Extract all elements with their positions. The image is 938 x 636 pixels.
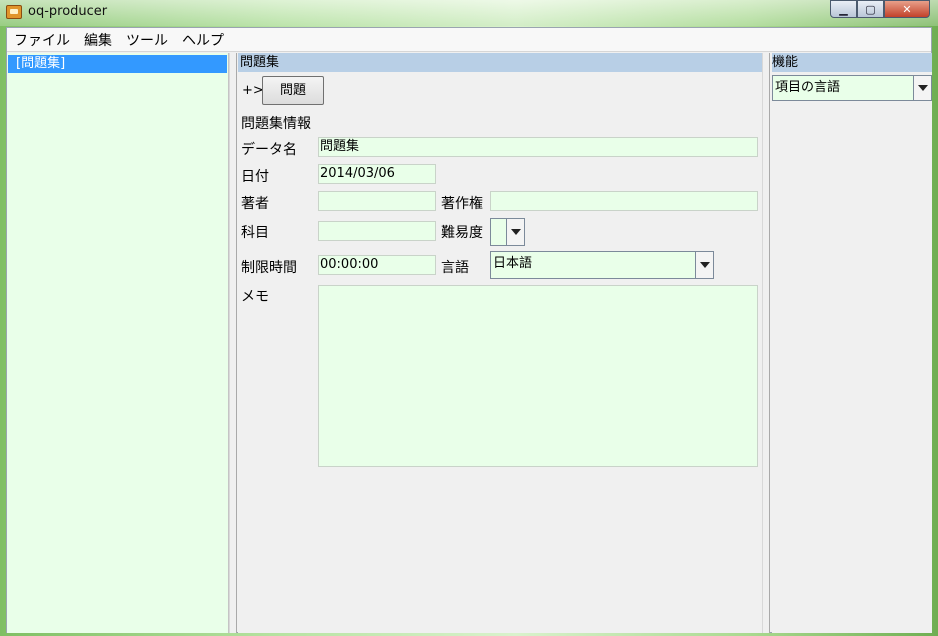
subject-field[interactable] (318, 221, 436, 241)
memo-textarea[interactable] (318, 285, 758, 467)
menu-edit[interactable]: 編集 (77, 30, 119, 50)
editor-header: 問題集 (238, 53, 762, 72)
title-bar[interactable]: oq-producer ▁ ▢ ✕ (0, 0, 938, 26)
author-field[interactable] (318, 191, 436, 211)
tree-panel[interactable]: [問題集] (7, 53, 229, 633)
copyright-label: 著作権 (441, 196, 483, 212)
minimize-button[interactable]: ▁ (830, 0, 857, 18)
add-prefix-label: +> (242, 83, 264, 98)
function-header: 機能 (772, 53, 932, 72)
menu-file[interactable]: ファイル (7, 30, 77, 50)
maximize-button[interactable]: ▢ (857, 0, 884, 18)
difficulty-select[interactable] (490, 218, 525, 246)
splitter-left[interactable] (229, 53, 237, 633)
splitter-right[interactable] (762, 53, 770, 633)
language-value: 日本語 (493, 256, 533, 271)
tree-item-question-set[interactable]: [問題集] (8, 55, 227, 73)
time-limit-field[interactable]: 00:00:00 (318, 255, 436, 275)
date-field[interactable]: 2014/03/06 (318, 164, 436, 184)
language-select[interactable]: 日本語 (490, 251, 714, 279)
chevron-down-icon[interactable] (913, 76, 931, 100)
menu-bar: ファイル 編集 ツール ヘルプ (7, 28, 931, 52)
section-title: 問題集情報 (241, 116, 311, 132)
editor-panel: 問題集 +> 問題 問題集情報 データ名 問題集 日付 2014/03/06 著… (238, 53, 762, 633)
data-name-label: データ名 (241, 142, 297, 158)
add-question-button[interactable]: 問題 (262, 76, 324, 105)
chevron-down-icon[interactable] (506, 219, 524, 245)
app-icon (6, 5, 22, 19)
chevron-down-icon[interactable] (695, 252, 713, 278)
close-button[interactable]: ✕ (884, 0, 930, 18)
menu-help[interactable]: ヘルプ (175, 30, 231, 50)
data-name-field[interactable]: 問題集 (318, 137, 758, 157)
window-client: ファイル 編集 ツール ヘルプ [問題集] 問題集 +> 問題 問題集情報 デー… (6, 27, 932, 633)
window-controls: ▁ ▢ ✕ (830, 0, 930, 20)
window-title: oq-producer (28, 4, 108, 19)
function-panel: 機能 項目の言語 (772, 53, 932, 633)
time-limit-label: 制限時間 (241, 260, 297, 276)
menu-tools[interactable]: ツール (119, 30, 175, 50)
difficulty-label: 難易度 (441, 225, 483, 241)
copyright-field[interactable] (490, 191, 758, 211)
subject-label: 科目 (241, 225, 269, 241)
author-label: 著者 (241, 196, 269, 212)
language-label: 言語 (441, 260, 469, 276)
memo-label: メモ (241, 289, 269, 305)
function-select[interactable]: 項目の言語 (772, 75, 932, 101)
function-select-value: 項目の言語 (775, 80, 841, 95)
date-label: 日付 (241, 169, 269, 185)
